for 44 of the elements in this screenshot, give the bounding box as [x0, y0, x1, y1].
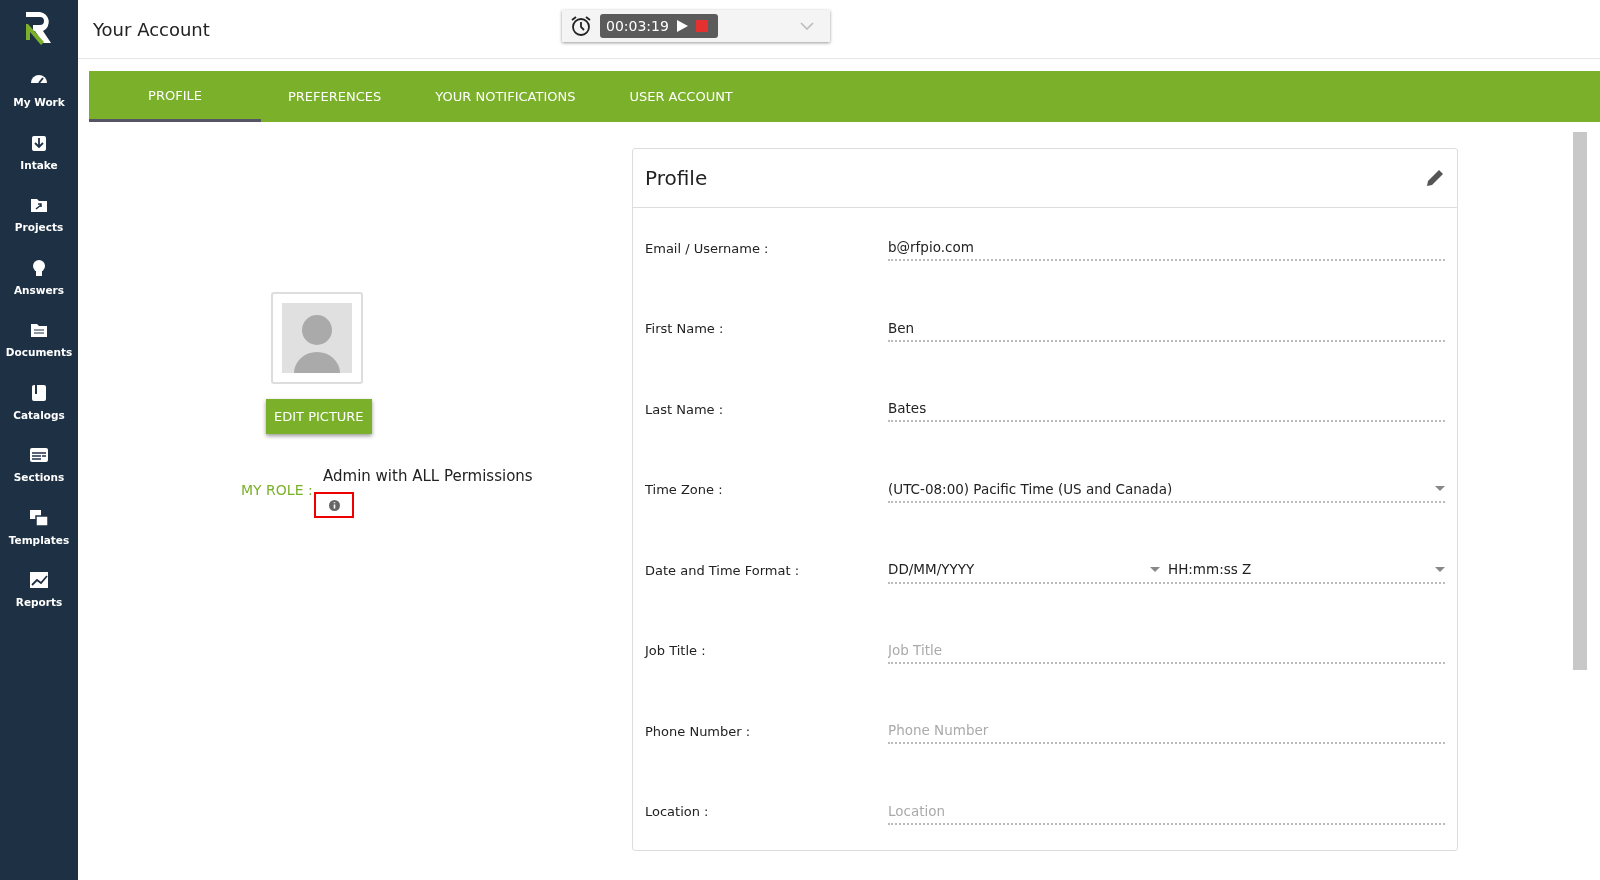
- field-label: Time Zone :: [645, 482, 724, 498]
- sidebar-item[interactable]: My Work: [13, 70, 65, 133]
- sidebar-item[interactable]: Documents: [5, 320, 73, 383]
- caret-icon: [1435, 486, 1445, 492]
- sidebar-item[interactable]: Projects: [14, 195, 64, 258]
- sections-icon: [29, 445, 49, 465]
- sidebar-item[interactable]: Answers: [13, 257, 65, 320]
- role-value: Admin with ALL Permissions: [323, 467, 533, 485]
- field-label: Email / Username :: [645, 240, 770, 256]
- dropdown-field[interactable]: DD/MM/YYYY: [888, 556, 1160, 583]
- field-label: Phone Number :: [645, 723, 752, 739]
- sidebar-item[interactable]: Intake: [20, 132, 58, 195]
- dropdown-field[interactable]: (UTC-08:00) Pacific Time (US and Canada): [888, 476, 1445, 503]
- role-label: MY ROLE :: [241, 482, 313, 498]
- pencil-icon[interactable]: [1425, 168, 1445, 188]
- info-icon[interactable]: [328, 499, 340, 511]
- avatar-silhouette-icon: [282, 303, 352, 373]
- sidebar-item[interactable]: Sections: [13, 445, 65, 508]
- play-icon[interactable]: [676, 20, 688, 32]
- sidebar-item[interactable]: Catalogs: [13, 382, 65, 445]
- field-label: Location :: [645, 804, 710, 820]
- field-label: Job Title :: [645, 643, 707, 659]
- templates-icon: [29, 507, 49, 528]
- book-icon: [29, 382, 49, 403]
- text-field[interactable]: Bates: [888, 396, 1445, 423]
- text-field[interactable]: Location: [888, 798, 1445, 825]
- field-label: Last Name :: [645, 401, 725, 417]
- field-label: First Name :: [645, 321, 725, 337]
- text-field[interactable]: Ben: [888, 315, 1445, 342]
- sidebar-item[interactable]: Reports: [15, 570, 63, 633]
- sidebar-item[interactable]: Templates: [8, 507, 70, 570]
- field-label: Date and Time Format :: [645, 562, 801, 578]
- dropdown-field[interactable]: HH:mm:ss Z: [1160, 556, 1445, 583]
- text-field[interactable]: Phone Number: [888, 718, 1445, 745]
- chart-icon: [29, 570, 49, 590]
- scrollbar[interactable]: [1573, 132, 1587, 670]
- timer-time: 00:03:19: [606, 18, 669, 34]
- card-title: Profile: [645, 166, 708, 190]
- text-field[interactable]: b@rfpio.com: [888, 235, 1445, 262]
- text-field[interactable]: Job Title: [888, 637, 1445, 664]
- page-title: Your Account: [93, 18, 210, 40]
- caret-icon: [1150, 566, 1160, 572]
- caret-icon: [1435, 566, 1445, 572]
- alarm-clock-icon: [570, 15, 592, 37]
